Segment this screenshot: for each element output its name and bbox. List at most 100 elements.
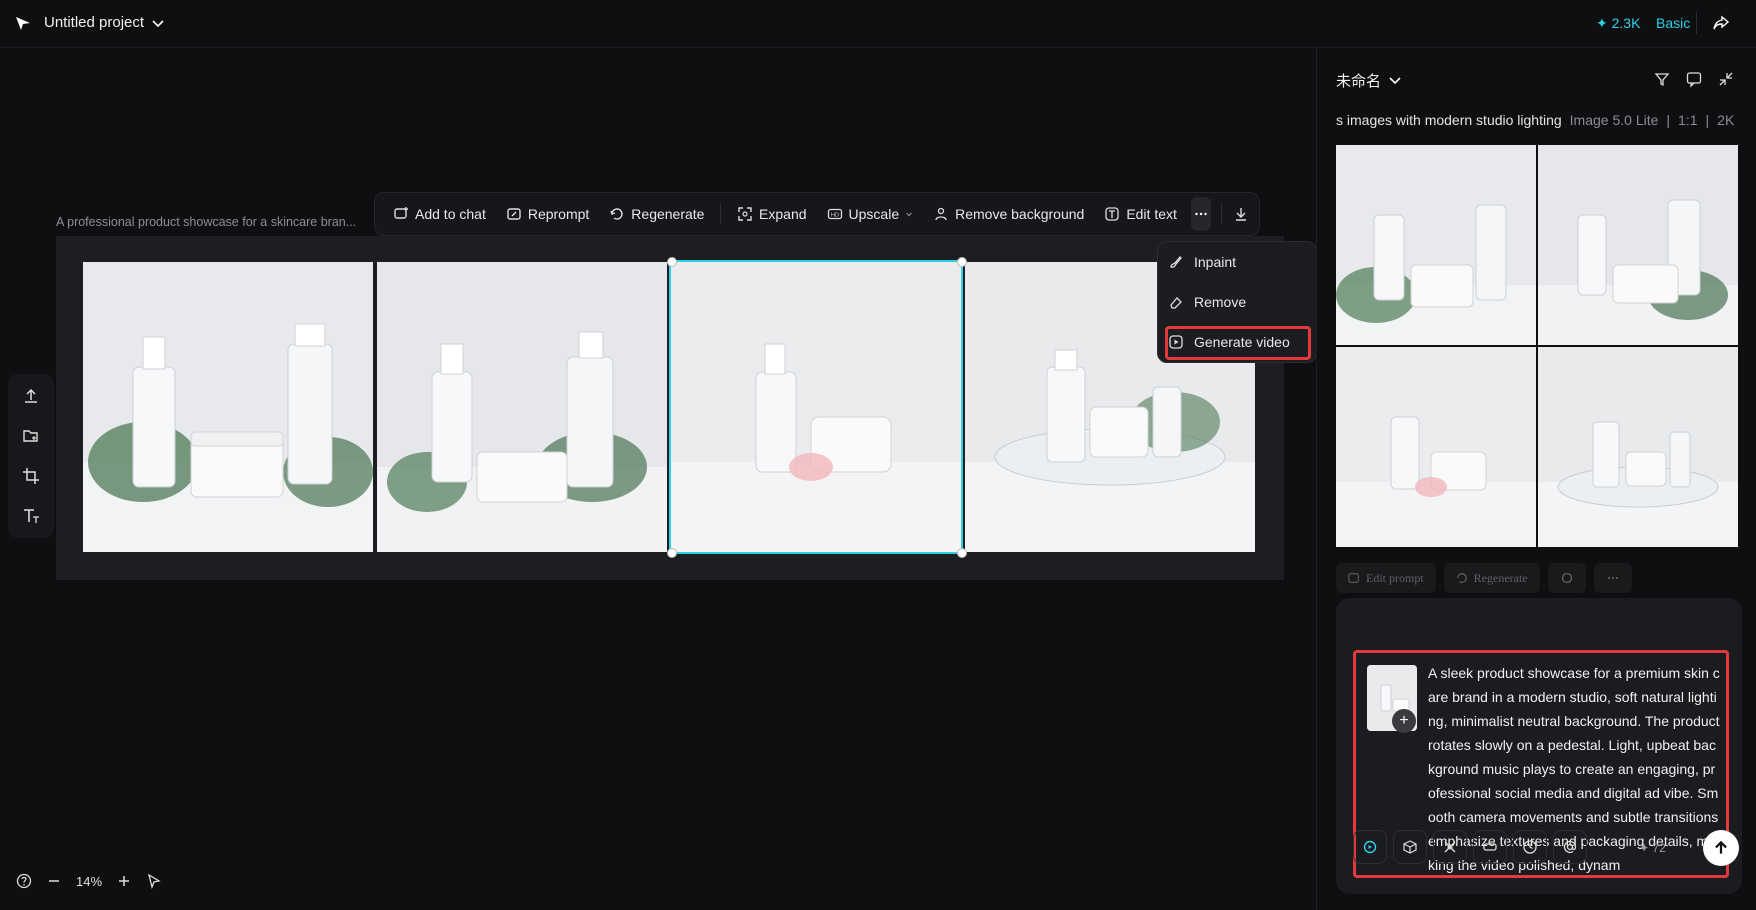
divider: | [1705, 112, 1710, 128]
collapse-icon[interactable] [1717, 70, 1735, 88]
generated-image-1[interactable] [83, 262, 373, 552]
clock-icon [1523, 840, 1537, 854]
mention-button[interactable] [1553, 830, 1587, 864]
regenerate-result-label: Regenerate [1473, 570, 1528, 585]
eraser-icon [1170, 297, 1182, 309]
prompt-composer: + A sleek product showcase for a premium… [1336, 598, 1742, 894]
share-icon[interactable] [1712, 14, 1730, 32]
project-title[interactable]: Untitled project [44, 14, 144, 31]
generation-meta: s images with modern studio lighting Ima… [1336, 112, 1742, 132]
send-button[interactable] [1703, 830, 1739, 866]
expand-button[interactable]: Expand [727, 198, 816, 230]
remove-background-label: Remove background [955, 206, 1085, 222]
edit-text-button[interactable]: Edit text [1094, 198, 1187, 230]
chat-plus-icon [394, 207, 408, 219]
more-horizontal-icon [1607, 577, 1618, 579]
result-thumbnail-2[interactable] [1538, 145, 1738, 345]
text-box-icon [1105, 207, 1119, 221]
toolbar-divider [720, 204, 722, 224]
resize-handle-bottom-right[interactable] [957, 548, 967, 558]
upscale-button[interactable]: HD Upscale [817, 198, 924, 230]
text-tool-icon[interactable] [21, 506, 41, 526]
duration-button[interactable] [1513, 830, 1547, 864]
filter-icon[interactable] [1653, 70, 1671, 88]
result-thumbnail-1[interactable] [1336, 145, 1536, 345]
edit-icon [1348, 573, 1359, 583]
zoom-in-icon[interactable] [116, 873, 132, 889]
download-button[interactable] [1231, 197, 1251, 231]
composer-tools [1353, 830, 1587, 866]
regenerate-label: Regenerate [631, 206, 705, 222]
at-sign-icon [1563, 840, 1577, 853]
upscale-label: Upscale [848, 206, 900, 222]
chevron-down-icon[interactable] [1387, 72, 1403, 88]
result-more-button[interactable] [1593, 563, 1632, 593]
generated-image-2[interactable] [377, 262, 667, 552]
generated-image-3-selected[interactable] [669, 260, 963, 554]
result-thumbnail-3[interactable] [1336, 347, 1536, 547]
hd-icon: HD [827, 208, 842, 220]
zoom-level: 14% [76, 873, 103, 889]
zoom-out-icon[interactable] [46, 873, 62, 889]
arrow-up-icon [1715, 840, 1727, 854]
upload-icon[interactable] [21, 386, 41, 406]
menu-item-label: Remove [1194, 294, 1247, 310]
toolbar-divider [1220, 204, 1222, 224]
divider: | [1666, 112, 1671, 128]
result-actions: Edit prompt Regenerate [1336, 563, 1632, 593]
aspect-ratio: 1:1 [1678, 112, 1698, 128]
menu-item-inpaint[interactable]: Inpaint [1168, 254, 1236, 270]
right-panel: 未命名 s images with modern studio lighting… [1316, 48, 1756, 910]
thumb-photo [1538, 145, 1738, 345]
cube-icon [1403, 840, 1417, 854]
prompt-excerpt: s images with modern studio lighting [1336, 112, 1562, 128]
thumb-photo [1538, 347, 1738, 547]
credits-count[interactable]: ✦ 2.3K [1596, 15, 1640, 32]
resize-handle-top-right[interactable] [957, 257, 967, 267]
regenerate-button[interactable]: Regenerate [599, 198, 714, 230]
left-tool-rail [8, 374, 54, 538]
model-name: Image 5.0 Lite [1569, 112, 1659, 128]
app-logo-icon[interactable] [14, 14, 32, 32]
cursor-select-icon[interactable] [146, 873, 162, 889]
folder-add-icon[interactable] [21, 426, 41, 446]
aspect-ratio-button[interactable] [1473, 830, 1507, 864]
reprompt-button[interactable]: Reprompt [496, 198, 599, 230]
menu-item-remove[interactable]: Remove [1168, 294, 1246, 310]
credit-cost: ✦ 72 [1639, 841, 1666, 855]
help-icon[interactable] [16, 873, 32, 889]
edit-text-label: Edit text [1126, 206, 1177, 222]
ratio-rect-icon [1483, 843, 1497, 851]
generate-mode-button[interactable] [1353, 830, 1387, 864]
image-strip [83, 260, 1255, 554]
edit-prompt-label: Edit prompt [1366, 570, 1424, 585]
resize-handle-bottom-left[interactable] [667, 548, 677, 558]
product-photo-1 [83, 262, 373, 552]
thumb-photo [1336, 145, 1536, 345]
chevron-down-icon[interactable] [150, 15, 166, 31]
style-button[interactable] [1433, 830, 1467, 864]
expand-icon [738, 207, 752, 221]
resize-handle-top-left[interactable] [667, 257, 677, 267]
more-horizontal-icon [1195, 212, 1207, 216]
model-3d-button[interactable] [1393, 830, 1427, 864]
edit-prompt-button[interactable]: Edit prompt [1336, 563, 1436, 593]
add-attachment-button[interactable]: + [1392, 709, 1416, 733]
more-options-button[interactable] [1190, 197, 1211, 231]
more-options-menu: Inpaint Remove Generate video [1157, 241, 1317, 363]
download-icon [1236, 208, 1247, 221]
canvas-image-caption: A professional product showcase for a sk… [56, 215, 357, 229]
conversation-title[interactable]: 未命名 [1336, 70, 1381, 91]
crop-frame-icon[interactable] [21, 466, 41, 486]
comment-icon[interactable] [1685, 70, 1703, 88]
add-to-chat-button[interactable]: Add to chat [383, 198, 496, 230]
result-thumbnail-4[interactable] [1538, 347, 1738, 547]
plan-badge[interactable]: Basic [1656, 15, 1690, 31]
regenerate-icon [610, 208, 623, 220]
variation-button[interactable] [1547, 563, 1586, 593]
top-bar: Untitled project ✦ 2.3K Basic [0, 0, 1756, 48]
remove-background-button[interactable]: Remove background [923, 198, 1094, 230]
regenerate-result-button[interactable]: Regenerate [1443, 563, 1540, 593]
svg-text:HD: HD [831, 213, 839, 219]
add-to-chat-label: Add to chat [415, 206, 486, 222]
